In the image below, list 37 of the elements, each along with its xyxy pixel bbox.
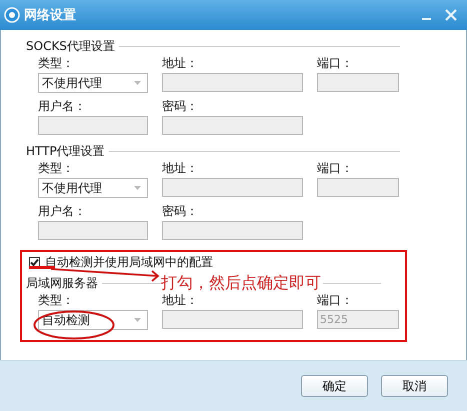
field-label: 端口： [317, 293, 354, 308]
address-field[interactable] [162, 178, 303, 197]
section-title: 局域网服务器 [26, 274, 98, 292]
username-field[interactable] [38, 221, 148, 240]
username-field[interactable] [38, 116, 148, 135]
app-logo-icon [4, 7, 20, 23]
field-label: 类型： [38, 56, 75, 71]
field-label: 地址： [162, 293, 199, 308]
annotation-text: 打勾，然后点确定即可 [161, 273, 323, 294]
field-label: 地址： [162, 161, 199, 176]
address-field[interactable] [162, 310, 303, 329]
dialog-button[interactable]: 确定 [301, 375, 368, 397]
type-dropdown[interactable]: 不使用代理 [38, 178, 148, 198]
field-label: 类型： [38, 161, 75, 176]
close-icon[interactable] [445, 9, 457, 21]
port-field[interactable] [317, 178, 399, 197]
underline-mark [29, 266, 55, 269]
port-field[interactable] [317, 73, 399, 92]
dialog-button[interactable]: 取消 [381, 375, 448, 397]
password-field[interactable] [162, 116, 303, 135]
field-label: 地址： [162, 56, 199, 71]
field-label: 端口： [317, 56, 354, 71]
caret-icon [134, 186, 141, 190]
field-label: 密码： [162, 204, 199, 219]
type-dropdown[interactable]: 不使用代理 [38, 73, 148, 93]
section-title: HTTP代理设置 [26, 142, 105, 160]
window-title: 网络设置 [24, 7, 76, 24]
caret-icon [134, 81, 141, 85]
field-label: 类型： [38, 293, 75, 308]
field-label: 用户名： [38, 204, 87, 219]
password-field[interactable] [162, 221, 303, 240]
caret-icon [134, 318, 141, 322]
field-label: 用户名： [38, 99, 87, 114]
field-label: 端口： [317, 161, 354, 176]
address-field[interactable] [162, 73, 303, 92]
field-label: 密码： [162, 99, 199, 114]
section-title: SOCKS代理设置 [26, 38, 115, 54]
